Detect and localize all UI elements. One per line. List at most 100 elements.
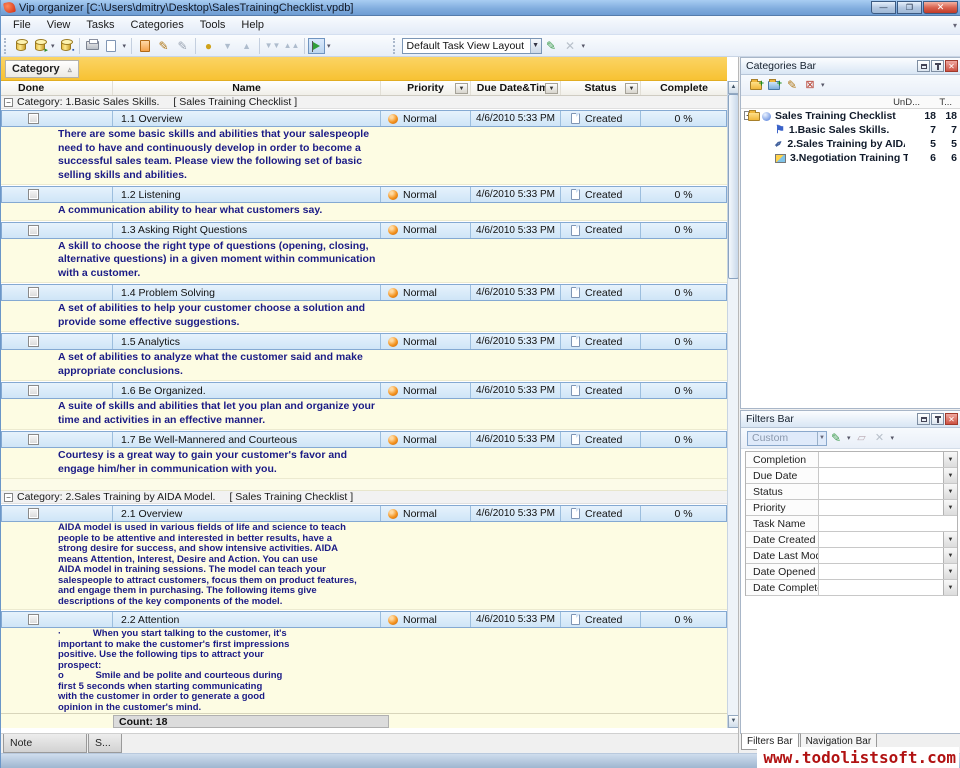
move-up-icon[interactable]: ▲ bbox=[237, 37, 256, 55]
task-row[interactable]: 2.2 AttentionNormal4/6/2010 5:33 PMCreat… bbox=[1, 611, 727, 628]
filter-dropdown-icon[interactable]: ▼ bbox=[943, 452, 957, 467]
move-to-top-icon[interactable]: ▲▲ bbox=[282, 37, 301, 55]
column-undone[interactable]: UnD... bbox=[893, 97, 920, 108]
group-by-category-button[interactable]: Category ▵ bbox=[5, 60, 79, 78]
apply-layout-icon[interactable]: ✎ bbox=[542, 37, 561, 55]
toolbar-gripper[interactable] bbox=[4, 38, 8, 54]
category-tree-item[interactable]: ✒2.Sales Training by AIDA Mc55 bbox=[741, 137, 960, 151]
minimize-button[interactable]: — bbox=[871, 1, 896, 14]
apply-filter-dropdown-icon[interactable]: ▾ bbox=[847, 434, 851, 442]
task-checkbox[interactable] bbox=[28, 614, 39, 625]
task-checkbox[interactable] bbox=[28, 113, 39, 124]
filter-value-field[interactable] bbox=[819, 564, 943, 579]
filter-preset-dropdown-icon[interactable]: ▼ bbox=[817, 432, 826, 445]
filter-value-field[interactable] bbox=[819, 516, 957, 531]
delete-filter-icon[interactable]: ✕ bbox=[871, 429, 889, 447]
task-view-layout-combo[interactable]: Default Task View Layout ▼ bbox=[402, 38, 542, 54]
filter-value-field[interactable] bbox=[819, 452, 943, 467]
apply-filter-icon[interactable]: ✎ bbox=[827, 429, 845, 447]
print-preview-icon[interactable] bbox=[102, 37, 121, 55]
task-checkbox[interactable] bbox=[28, 434, 39, 445]
filter-value-field[interactable] bbox=[819, 484, 943, 499]
categories-close-icon[interactable]: ✕ bbox=[945, 60, 958, 72]
collapse-icon[interactable]: − bbox=[4, 98, 13, 107]
priority-filter-dropdown-icon[interactable]: ▼ bbox=[455, 83, 468, 94]
filter-preset-combo[interactable]: Custom ▼ bbox=[747, 431, 827, 446]
new-subcategory-icon[interactable]: + bbox=[765, 76, 783, 94]
move-down-icon[interactable]: ▼ bbox=[218, 37, 237, 55]
filter-dropdown-icon[interactable]: ▼ bbox=[943, 532, 957, 547]
tab-s[interactable]: S... bbox=[88, 734, 122, 753]
task-row[interactable]: 1.1 OverviewNormal4/6/2010 5:33 PMCreate… bbox=[1, 110, 727, 127]
filter-dropdown-icon[interactable]: ▼ bbox=[943, 500, 957, 515]
filter-dropdown-icon[interactable]: ▼ bbox=[943, 548, 957, 563]
task-checkbox[interactable] bbox=[28, 336, 39, 347]
toggle-notes-icon[interactable] bbox=[308, 38, 325, 54]
maximize-button[interactable]: ❐ bbox=[897, 1, 922, 14]
filter-value-field[interactable] bbox=[819, 580, 943, 595]
new-database-icon[interactable] bbox=[11, 37, 30, 55]
task-row[interactable]: 2.1 OverviewNormal4/6/2010 5:33 PMCreate… bbox=[1, 505, 727, 522]
category-tree-item[interactable]: ⚑1.Basic Sales Skills.77 bbox=[741, 123, 960, 137]
collapse-icon[interactable]: − bbox=[4, 493, 13, 502]
filters-toolbar-dropdown-icon[interactable]: ▾ bbox=[891, 434, 895, 442]
column-header-done[interactable]: Done bbox=[1, 81, 113, 95]
filters-pin-icon[interactable] bbox=[931, 413, 944, 425]
task-list-scrollbar[interactable]: ▲ ▼ bbox=[727, 81, 738, 728]
clear-filter-icon[interactable]: ▱ bbox=[853, 429, 871, 447]
menu-file[interactable]: File bbox=[5, 17, 39, 33]
category-group-row[interactable]: −Category: 2.Sales Training by AIDA Mode… bbox=[1, 491, 727, 504]
task-row[interactable]: 1.2 ListeningNormal4/6/2010 5:33 PMCreat… bbox=[1, 186, 727, 203]
task-checkbox[interactable] bbox=[28, 287, 39, 298]
menu-categories[interactable]: Categories bbox=[123, 17, 192, 33]
menu-view[interactable]: View bbox=[39, 17, 79, 33]
task-row[interactable]: 1.3 Asking Right QuestionsNormal4/6/2010… bbox=[1, 222, 727, 239]
filters-restore-icon[interactable] bbox=[917, 413, 930, 425]
task-checkbox[interactable] bbox=[28, 508, 39, 519]
task-checkbox[interactable] bbox=[28, 189, 39, 200]
complete-task-icon[interactable]: ● bbox=[199, 37, 218, 55]
column-header-name[interactable]: Name bbox=[113, 81, 381, 95]
column-header-complete[interactable]: Complete bbox=[641, 81, 727, 95]
filter-dropdown-icon[interactable]: ▼ bbox=[943, 564, 957, 579]
new-task-icon[interactable] bbox=[135, 37, 154, 55]
delete-layout-icon[interactable]: ✕ bbox=[561, 37, 580, 55]
delete-category-icon[interactable]: ⊠ bbox=[801, 76, 819, 94]
filter-dropdown-icon[interactable]: ▼ bbox=[943, 468, 957, 483]
open-database-icon[interactable]: ▸ bbox=[30, 37, 49, 55]
filter-dropdown-icon[interactable]: ▼ bbox=[943, 580, 957, 595]
save-database-icon[interactable]: ▪ bbox=[57, 37, 76, 55]
categories-toolbar-dropdown-icon[interactable]: ▾ bbox=[821, 81, 825, 89]
menu-help[interactable]: Help bbox=[233, 17, 272, 33]
column-header-status[interactable]: Status▼ bbox=[561, 81, 641, 95]
categories-restore-icon[interactable] bbox=[917, 60, 930, 72]
delete-task-icon[interactable]: ✎ bbox=[173, 37, 192, 55]
column-total[interactable]: T... bbox=[939, 97, 952, 108]
filter-value-field[interactable] bbox=[819, 468, 943, 483]
filter-value-field[interactable] bbox=[819, 548, 943, 563]
categories-pin-icon[interactable] bbox=[931, 60, 944, 72]
category-group-row[interactable]: −Category: 1.Basic Sales Skills.[ Sales … bbox=[1, 96, 727, 109]
status-filter-dropdown-icon[interactable]: ▼ bbox=[625, 83, 638, 94]
column-header-due[interactable]: Due Date&Time▼ bbox=[471, 81, 561, 95]
category-tree-item[interactable]: −Sales Training Checklist1818 bbox=[741, 109, 960, 123]
menu-tools[interactable]: Tools bbox=[192, 17, 234, 33]
layout-toolbar-gripper[interactable] bbox=[393, 38, 397, 54]
tab-note[interactable]: Note bbox=[3, 734, 87, 753]
task-row[interactable]: 1.6 Be Organized.Normal4/6/2010 5:33 PMC… bbox=[1, 382, 727, 399]
task-row[interactable]: 1.5 AnalyticsNormal4/6/2010 5:33 PMCreat… bbox=[1, 333, 727, 350]
menu-overflow-icon[interactable]: ▾ bbox=[953, 21, 957, 30]
filter-dropdown-icon[interactable]: ▼ bbox=[943, 484, 957, 499]
category-tree-item[interactable]: 3.Negotiation Training Tips.66 bbox=[741, 151, 960, 165]
print-icon[interactable] bbox=[83, 37, 102, 55]
layout-combo-dropdown-icon[interactable]: ▼ bbox=[530, 39, 541, 53]
task-row[interactable]: 1.4 Problem SolvingNormal4/6/2010 5:33 P… bbox=[1, 284, 727, 301]
edit-category-icon[interactable]: ✎ bbox=[783, 76, 801, 94]
filter-value-field[interactable] bbox=[819, 500, 943, 515]
print-dropdown-icon[interactable]: ▾ bbox=[123, 42, 127, 50]
open-database-dropdown-icon[interactable]: ▾ bbox=[51, 42, 55, 50]
due-filter-dropdown-icon[interactable]: ▼ bbox=[545, 83, 558, 94]
new-category-icon[interactable]: + bbox=[747, 76, 765, 94]
menu-tasks[interactable]: Tasks bbox=[78, 17, 122, 33]
close-button[interactable]: ✕ bbox=[923, 1, 958, 14]
